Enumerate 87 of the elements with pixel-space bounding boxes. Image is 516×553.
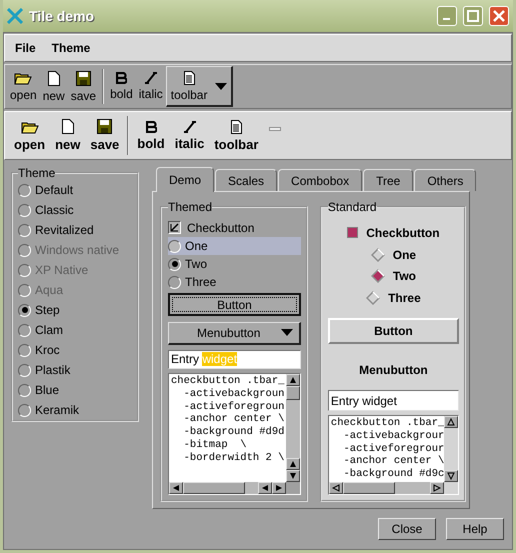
group-title: Themed <box>168 200 212 214</box>
document-icon <box>48 70 60 86</box>
tab[interactable]: Tree <box>363 169 414 191</box>
bold-icon <box>116 72 127 84</box>
toolbar-handle[interactable] <box>269 126 282 130</box>
horizontal-scrollbar[interactable] <box>328 482 444 494</box>
checkbox-icon <box>347 227 358 238</box>
maximize-icon <box>467 10 479 22</box>
entry-field[interactable]: Entry widget <box>328 390 459 411</box>
arrow-left-icon <box>172 484 180 492</box>
radio-button[interactable]: Three <box>168 273 301 292</box>
arrow-down-icon <box>288 472 297 480</box>
arrow-up-icon <box>447 418 455 426</box>
folder-icon <box>20 120 39 134</box>
radio-button[interactable]: Clam <box>18 320 137 340</box>
toolbar-button[interactable]: italic <box>136 65 166 108</box>
window-title: Tile demo <box>29 8 96 24</box>
toolbar-button[interactable]: new <box>40 65 68 108</box>
document-icon <box>184 70 195 84</box>
italic-icon <box>144 72 158 84</box>
text-area[interactable]: checkbutton .tbar_ -activebackgroun -activeforegroun -anchor center \ -background #d9d -bitmap \ -borderwidth 2 \ <box>169 374 286 482</box>
menubutton[interactable]: Menubutton <box>328 361 459 380</box>
arrow-down-icon <box>447 472 455 480</box>
radio-button[interactable]: Kroc <box>18 340 137 360</box>
scrollbar-thumb[interactable] <box>342 482 395 494</box>
scrollbar-thumb[interactable] <box>183 482 245 494</box>
group-title: Theme <box>18 166 56 180</box>
tab[interactable]: Others <box>414 169 476 191</box>
button[interactable]: Button <box>328 318 459 344</box>
caret-icon <box>215 82 228 90</box>
folder-icon <box>14 71 32 85</box>
toolbar-button[interactable]: italic <box>170 112 210 159</box>
radio-button[interactable]: One <box>328 244 459 266</box>
toolbar-button[interactable]: save <box>85 112 124 159</box>
button[interactable]: Button <box>168 293 301 316</box>
toolbar-button[interactable]: bold <box>132 112 170 159</box>
dialog-button[interactable]: Help <box>446 518 504 540</box>
dialog-button[interactable]: Close <box>378 518 436 540</box>
toolbar-button[interactable]: bold <box>107 65 136 108</box>
arrow-left-icon <box>332 484 340 492</box>
vertical-scrollbar[interactable] <box>286 374 300 482</box>
tab[interactable]: Scales <box>215 169 278 191</box>
caret-icon <box>280 329 293 336</box>
horizontal-scrollbar[interactable] <box>169 482 286 494</box>
toolbar-menubutton[interactable]: toolbar <box>166 66 234 107</box>
checkbox[interactable]: Checkbutton <box>168 218 301 238</box>
checkbox[interactable]: Checkbutton <box>328 222 459 244</box>
radio-button[interactable]: Step <box>18 300 137 320</box>
arrow-left-icon <box>260 484 269 492</box>
toolbar-button[interactable]: new <box>50 112 86 159</box>
toolbar-button[interactable]: open <box>7 65 40 108</box>
x-logo-icon <box>7 8 23 24</box>
radio-button[interactable]: Three <box>328 287 459 309</box>
radio-button[interactable]: Blue <box>18 380 137 400</box>
radio-button[interactable]: Two <box>168 255 301 274</box>
menu-item[interactable]: File <box>15 41 36 55</box>
document-icon <box>62 119 74 134</box>
check-icon <box>170 223 179 232</box>
vertical-scrollbar[interactable] <box>444 416 458 482</box>
arrow-right-icon <box>274 484 283 492</box>
menubutton[interactable]: Menubutton <box>168 322 301 345</box>
tab[interactable]: Combobox <box>278 169 362 191</box>
group-title: Standard <box>328 200 377 214</box>
radio-button[interactable]: Revitalized <box>18 220 137 240</box>
minimize-button[interactable] <box>437 6 457 26</box>
radio-button[interactable]: One <box>168 237 301 256</box>
italic-icon <box>182 120 197 132</box>
toolbar-button[interactable]: save <box>68 65 100 108</box>
entry-field[interactable]: Entry widget <box>168 350 301 369</box>
tab[interactable]: Demo <box>156 167 214 192</box>
radio-button[interactable]: Plastik <box>18 360 137 380</box>
arrow-up-icon <box>288 460 297 468</box>
document-icon <box>230 120 242 134</box>
radio-button[interactable]: Default <box>18 180 137 200</box>
radio-button[interactable]: Keramik <box>18 400 137 420</box>
bold-icon <box>146 120 156 132</box>
toolbar-button[interactable]: toolbar <box>209 112 264 159</box>
menu-item[interactable]: Theme <box>52 41 90 55</box>
maximize-button[interactable] <box>463 6 483 26</box>
radio-button[interactable]: Classic <box>18 200 137 220</box>
toolbar-button[interactable]: open <box>9 112 50 159</box>
close-icon <box>493 10 505 22</box>
arrow-right-icon <box>433 484 441 492</box>
close-button[interactable] <box>489 6 509 26</box>
text-area[interactable]: checkbutton .tbar_ -activebackgrour -activeforegrour -anchor center \ -background #d9c <box>328 416 444 482</box>
arrow-up-icon <box>288 376 297 384</box>
radio-button[interactable]: Two <box>328 265 459 288</box>
